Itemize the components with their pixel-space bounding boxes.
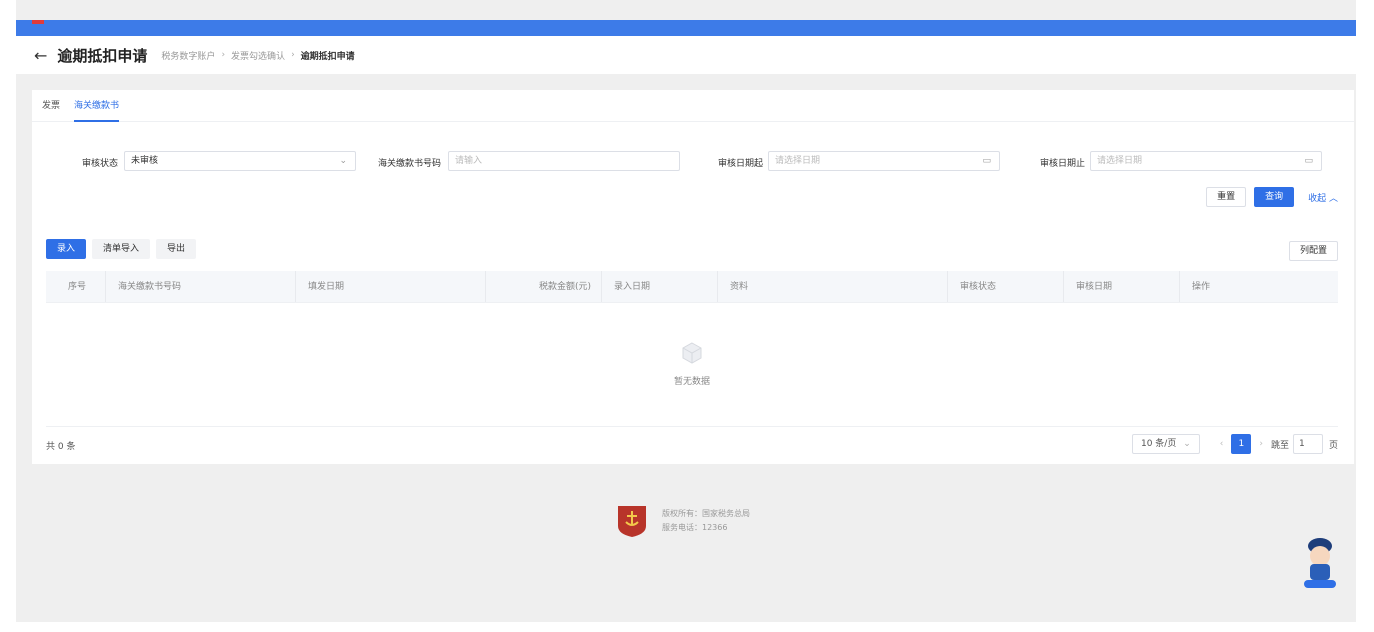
copyright-text: 版权所有：国家税务总局 — [662, 509, 750, 518]
jump-page-input[interactable]: 1 — [1292, 434, 1323, 454]
page-size-select[interactable]: 10 条/页 ⌄ — [1131, 434, 1200, 454]
status-label: 审核状态 — [82, 159, 119, 169]
total-count: 共 0 条 — [46, 442, 76, 452]
col-operation: 操作 — [1192, 282, 1211, 292]
collapse-label: 收起 — [1308, 193, 1327, 204]
footer-info: 版权所有：国家税务总局 服务电话：12366 — [662, 507, 750, 535]
virtual-assistant-icon[interactable] — [1298, 532, 1342, 592]
page-suffix: 页 — [1328, 440, 1338, 451]
jump-label: 跳至 — [1270, 440, 1289, 451]
export-button[interactable]: 导出 — [156, 239, 197, 259]
breadcrumb: 税务数字账户 › 发票勾选确认 › 逾期抵扣申请 — [161, 49, 354, 62]
enter-button[interactable]: 录入 — [46, 239, 87, 259]
content-panel: 发票 海关缴款书 审核状态 未审核 ⌄ 海关缴款书号码 请输入 审核日期起 请选… — [32, 90, 1354, 464]
reset-button[interactable]: 重置 — [1206, 187, 1247, 207]
filter-bar: 审核状态 未审核 ⌄ 海关缴款书号码 请输入 审核日期起 请选择日期 ▭ 审核日… — [32, 151, 1354, 171]
bill-no-input[interactable]: 请输入 — [448, 151, 680, 171]
date-from-label: 审核日期起 — [718, 159, 764, 169]
empty-box-icon — [682, 342, 702, 364]
pagination: 共 0 条 10 条/页 ⌄ ‹ 1 › 跳至 1 页 — [46, 434, 1338, 454]
table-header: 序号 海关缴款书号码 填发日期 税款金额(元) 录入日期 资料 审核状态 审核日… — [46, 271, 1338, 303]
chevron-right-icon: › — [221, 50, 226, 60]
empty-state: 暂无数据 — [46, 303, 1338, 427]
breadcrumb-item[interactable]: 税务数字账户 — [161, 49, 215, 62]
date-to-label: 审核日期止 — [1040, 159, 1086, 169]
tax-bureau-emblem-icon — [618, 506, 646, 537]
breadcrumb-item[interactable]: 发票勾选确认 — [231, 49, 285, 62]
chevron-down-icon: ⌄ — [339, 156, 347, 166]
column-config-button[interactable]: 列配置 — [1288, 241, 1338, 261]
date-from-picker[interactable]: 请选择日期 ▭ — [768, 151, 1000, 171]
date-to-placeholder: 请选择日期 — [1097, 156, 1143, 166]
page-header: ← 逾期抵扣申请 税务数字账户 › 发票勾选确认 › 逾期抵扣申请 — [16, 36, 1356, 74]
list-import-button[interactable]: 清单导入 — [92, 239, 151, 259]
col-index: 序号 — [46, 271, 106, 302]
page-title: 逾期抵扣申请 — [57, 46, 148, 65]
date-from-placeholder: 请选择日期 — [775, 156, 821, 166]
query-button[interactable]: 查询 — [1254, 187, 1295, 207]
col-entry-date: 录入日期 — [602, 271, 718, 302]
tab-bar: 发票 海关缴款书 — [32, 90, 1354, 122]
page-size-value: 10 条/页 — [1140, 439, 1177, 449]
page-footer: 版权所有：国家税务总局 服务电话：12366 — [616, 504, 750, 538]
bill-no-placeholder: 请输入 — [455, 156, 483, 166]
col-review-date: 审核日期 — [1064, 271, 1180, 302]
chevron-down-icon: ⌄ — [1183, 439, 1191, 449]
bill-no-label: 海关缴款书号码 — [378, 159, 442, 169]
empty-text: 暂无数据 — [673, 377, 710, 387]
collapse-link[interactable]: 收起 ︿ — [1308, 191, 1338, 204]
chevron-right-icon: › — [291, 50, 295, 60]
action-toolbar: 录入 清单导入 导出 — [46, 239, 202, 259]
app-frame: ← 逾期抵扣申请 税务数字账户 › 发票勾选确认 › 逾期抵扣申请 发票 海关缴… — [16, 0, 1356, 622]
page-number-current[interactable]: 1 — [1231, 434, 1252, 454]
top-bar — [16, 20, 1356, 36]
status-select[interactable]: 未审核 ⌄ — [124, 151, 356, 171]
tab-customs-bill[interactable]: 海关缴款书 — [74, 90, 120, 122]
calendar-icon: ▭ — [1304, 156, 1313, 166]
topbar-marker — [32, 20, 44, 24]
tab-invoice[interactable]: 发票 — [42, 90, 60, 122]
col-issue-date: 填发日期 — [296, 271, 486, 302]
next-page-icon[interactable]: › — [1259, 439, 1263, 449]
prev-page-icon[interactable]: ‹ — [1220, 439, 1224, 449]
arrow-left-icon[interactable]: ← — [34, 46, 47, 65]
date-to-picker[interactable]: 请选择日期 ▭ — [1090, 151, 1322, 171]
data-table: 序号 海关缴款书号码 填发日期 税款金额(元) 录入日期 资料 审核状态 审核日… — [46, 271, 1338, 427]
service-phone-text: 服务电话：12366 — [662, 523, 728, 532]
pagination-controls: 10 条/页 ⌄ ‹ 1 › 跳至 1 页 — [1131, 434, 1338, 454]
chevron-up-icon: ︿ — [1328, 193, 1338, 204]
col-tax-amount: 税款金额(元) — [486, 271, 602, 302]
status-value: 未审核 — [131, 156, 159, 166]
calendar-icon: ▭ — [982, 156, 991, 166]
col-materials: 资料 — [718, 271, 948, 302]
breadcrumb-current: 逾期抵扣申请 — [300, 51, 355, 62]
col-bill-no: 海关缴款书号码 — [106, 271, 296, 302]
col-review-status: 审核状态 — [948, 271, 1064, 302]
filter-buttons: 重置 查询 收起 ︿ — [1198, 187, 1338, 207]
